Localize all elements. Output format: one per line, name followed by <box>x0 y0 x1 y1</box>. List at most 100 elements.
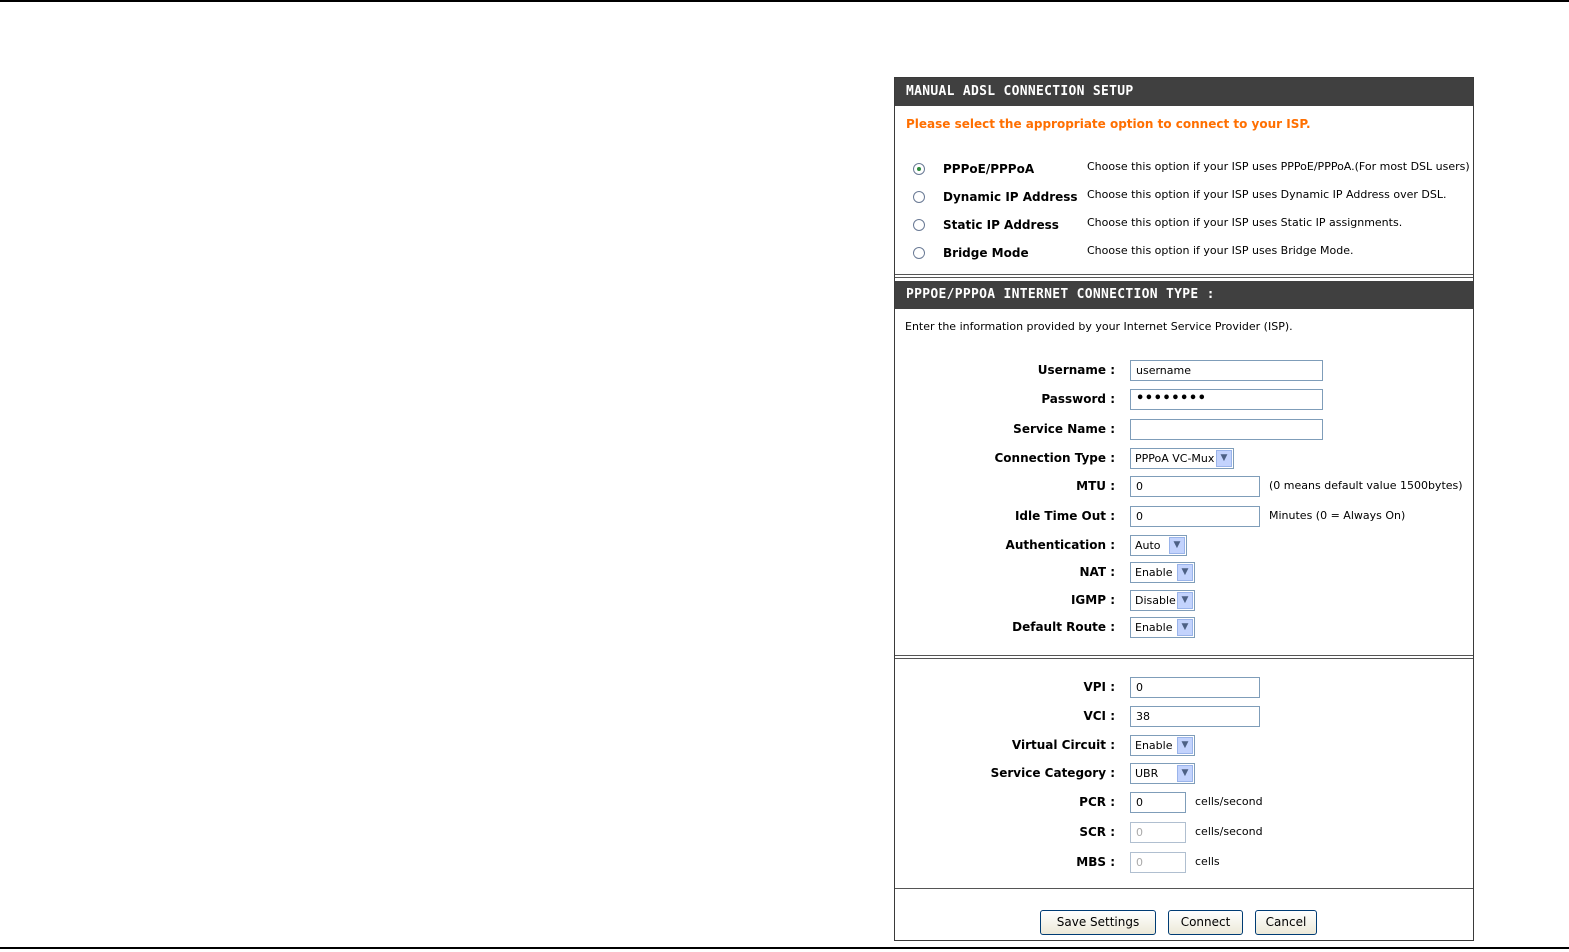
option-label: Dynamic IP Address <box>943 190 1078 204</box>
authentication-select[interactable]: Auto ▼ <box>1130 535 1187 556</box>
igmp-row: IGMP : Disable ▼ <box>895 590 1473 614</box>
top-rule <box>0 0 1569 2</box>
connect-button[interactable]: Connect <box>1168 910 1243 935</box>
service-category-row: Service Category : UBR ▼ <box>895 763 1473 787</box>
nat-select[interactable]: Enable ▼ <box>1130 562 1195 583</box>
scr-input[interactable]: 0 <box>1130 822 1186 843</box>
idle-time-label: Idle Time Out : <box>1014 509 1115 523</box>
connection-type-label: Connection Type : <box>994 451 1116 465</box>
default-route-select[interactable]: Enable ▼ <box>1130 617 1195 638</box>
mtu-input[interactable]: 0 <box>1130 476 1260 497</box>
pppoe-radio[interactable] <box>913 163 925 175</box>
bridge-mode-radio[interactable] <box>913 247 925 259</box>
static-ip-radio[interactable] <box>913 219 925 231</box>
default-route-label: Default Route : <box>1012 620 1115 634</box>
pcr-input[interactable]: 0 <box>1130 792 1186 813</box>
isp-option-prompt: Please select the appropriate option to … <box>906 117 1311 131</box>
vci-row: VCI : 38 <box>895 706 1473 730</box>
vpi-row: VPI : 0 <box>895 677 1473 701</box>
dynamic-ip-radio[interactable] <box>913 191 925 203</box>
idle-time-input[interactable]: 0 <box>1130 506 1260 527</box>
mtu-label: MTU : <box>1076 479 1115 493</box>
nat-row: NAT : Enable ▼ <box>895 562 1473 586</box>
option-label: Static IP Address <box>943 218 1059 232</box>
connection-type-value: PPPoA VC-Mux <box>1135 452 1215 465</box>
chevron-down-icon[interactable]: ▼ <box>1169 537 1185 554</box>
mbs-row: MBS : 0 cells <box>895 852 1473 876</box>
service-name-label: Service Name : <box>1013 422 1115 436</box>
pppoe-connection-type-header: PPPOE/PPPOA INTERNET CONNECTION TYPE : <box>895 281 1473 309</box>
option-description: Choose this option if your ISP uses PPPo… <box>1087 160 1470 173</box>
manual-adsl-setup-header: MANUAL ADSL CONNECTION SETUP <box>895 78 1473 106</box>
vci-input[interactable]: 38 <box>1130 706 1260 727</box>
section-divider <box>895 888 1473 889</box>
password-label: Password : <box>1041 392 1115 406</box>
chevron-down-icon[interactable]: ▼ <box>1177 737 1193 754</box>
igmp-select[interactable]: Disable ▼ <box>1130 590 1195 611</box>
mtu-row: MTU : 0 (0 means default value 1500bytes… <box>895 476 1473 500</box>
virtual-circuit-label: Virtual Circuit : <box>1011 738 1115 752</box>
scr-unit: cells/second <box>1195 825 1263 838</box>
section-divider <box>895 655 1473 659</box>
option-bridge-mode[interactable]: Bridge Mode Choose this option if your I… <box>895 244 1473 268</box>
option-description: Choose this option if your ISP uses Dyna… <box>1087 188 1447 201</box>
pcr-row: PCR : 0 cells/second <box>895 792 1473 816</box>
service-category-value: UBR <box>1135 767 1159 780</box>
isp-info-intro: Enter the information provided by your I… <box>905 320 1293 333</box>
option-description: Choose this option if your ISP uses Brid… <box>1087 244 1354 257</box>
authentication-value: Auto <box>1135 539 1161 552</box>
username-label: Username : <box>1037 363 1115 377</box>
option-dynamic-ip[interactable]: Dynamic IP Address Choose this option if… <box>895 188 1473 212</box>
virtual-circuit-value: Enable <box>1135 739 1173 752</box>
option-description: Choose this option if your ISP uses Stat… <box>1087 216 1403 229</box>
vpi-input[interactable]: 0 <box>1130 677 1260 698</box>
service-name-row: Service Name : <box>895 419 1473 443</box>
option-label: Bridge Mode <box>943 246 1029 260</box>
service-name-input[interactable] <box>1130 419 1323 440</box>
mbs-unit: cells <box>1195 855 1220 868</box>
save-settings-button[interactable]: Save Settings <box>1040 910 1156 935</box>
chevron-down-icon[interactable]: ▼ <box>1216 450 1232 467</box>
option-pppoe[interactable]: PPPoE/PPPoA Choose this option if your I… <box>895 160 1473 184</box>
chevron-down-icon[interactable]: ▼ <box>1177 765 1193 782</box>
default-route-row: Default Route : Enable ▼ <box>895 617 1473 641</box>
button-row: Save Settings Connect Cancel <box>895 910 1473 935</box>
vci-label: VCI : <box>1083 709 1115 723</box>
password-row: Password : •••••••• <box>895 389 1473 413</box>
cancel-button[interactable]: Cancel <box>1255 910 1317 935</box>
nat-label: NAT : <box>1079 565 1115 579</box>
idle-time-hint: Minutes (0 = Always On) <box>1269 509 1406 522</box>
chevron-down-icon[interactable]: ▼ <box>1177 619 1193 636</box>
virtual-circuit-select[interactable]: Enable ▼ <box>1130 735 1195 756</box>
adsl-setup-panel: MANUAL ADSL CONNECTION SETUP Please sele… <box>894 77 1474 941</box>
chevron-down-icon[interactable]: ▼ <box>1177 592 1193 609</box>
igmp-label: IGMP : <box>1070 593 1115 607</box>
password-input[interactable]: •••••••• <box>1130 389 1323 410</box>
section-divider <box>895 274 1473 278</box>
mbs-label: MBS : <box>1076 855 1115 869</box>
scr-row: SCR : 0 cells/second <box>895 822 1473 846</box>
authentication-label: Authentication : <box>1005 538 1115 552</box>
virtual-circuit-row: Virtual Circuit : Enable ▼ <box>895 735 1473 759</box>
authentication-row: Authentication : Auto ▼ <box>895 535 1473 559</box>
vpi-label: VPI : <box>1083 680 1115 694</box>
connection-type-select[interactable]: PPPoA VC-Mux ▼ <box>1130 448 1234 469</box>
service-category-select[interactable]: UBR ▼ <box>1130 763 1195 784</box>
connection-type-row: Connection Type : PPPoA VC-Mux ▼ <box>895 448 1473 472</box>
chevron-down-icon[interactable]: ▼ <box>1177 564 1193 581</box>
service-category-label: Service Category : <box>990 766 1115 780</box>
option-label: PPPoE/PPPoA <box>943 162 1035 176</box>
pcr-label: PCR : <box>1079 795 1115 809</box>
scr-label: SCR : <box>1079 825 1115 839</box>
option-static-ip[interactable]: Static IP Address Choose this option if … <box>895 216 1473 240</box>
mtu-hint: (0 means default value 1500bytes) <box>1269 479 1463 492</box>
idle-time-row: Idle Time Out : 0 Minutes (0 = Always On… <box>895 506 1473 530</box>
pcr-unit: cells/second <box>1195 795 1263 808</box>
username-row: Username : username <box>895 360 1473 384</box>
bottom-rule <box>0 947 1569 949</box>
default-route-value: Enable <box>1135 621 1173 634</box>
nat-value: Enable <box>1135 566 1173 579</box>
igmp-value: Disable <box>1135 594 1176 607</box>
mbs-input[interactable]: 0 <box>1130 852 1186 873</box>
username-input[interactable]: username <box>1130 360 1323 381</box>
